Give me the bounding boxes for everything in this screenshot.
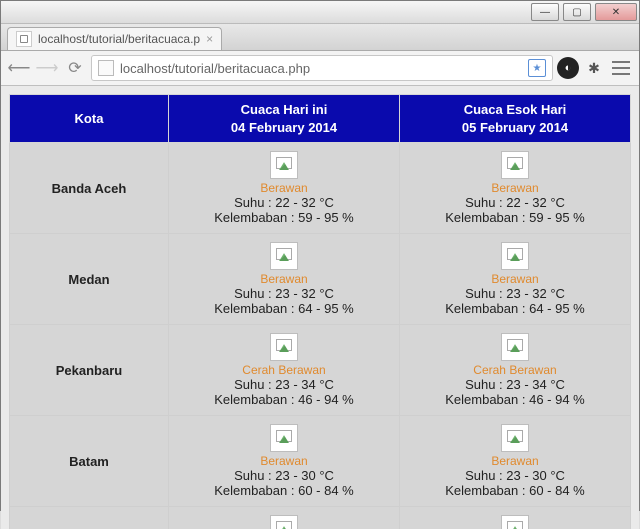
- temperature-text: Suhu : 23 - 34 °C: [173, 377, 395, 392]
- humidity-text: Kelembaban : 46 - 94 %: [404, 392, 626, 407]
- table-row: PekanbaruCerah BerawanSuhu : 23 - 34 °CK…: [10, 325, 631, 416]
- today-cell: BerawanSuhu : 23 - 32 °CKelembaban : 64 …: [169, 234, 400, 325]
- tomorrow-cell: BerawanSuhu : 22 - 32 °CKelembaban : 59 …: [400, 143, 631, 234]
- condition-text: Berawan: [404, 454, 626, 468]
- temperature-text: Suhu : 22 - 32 °C: [404, 195, 626, 210]
- humidity-text: Kelembaban : 59 - 95 %: [404, 210, 626, 225]
- page-icon: [98, 60, 114, 76]
- table-row: [10, 507, 631, 529]
- temperature-text: Suhu : 23 - 34 °C: [404, 377, 626, 392]
- window-minimize-button[interactable]: —: [531, 3, 559, 21]
- weather-cell: BerawanSuhu : 22 - 32 °CKelembaban : 59 …: [404, 151, 626, 225]
- humidity-text: Kelembaban : 46 - 94 %: [173, 392, 395, 407]
- broken-image-icon: [270, 333, 298, 361]
- broken-image-icon: [501, 242, 529, 270]
- condition-text: Cerah Berawan: [173, 363, 395, 377]
- bookmark-icon[interactable]: ★: [528, 59, 546, 77]
- broken-image-icon: [501, 515, 529, 529]
- broken-image-icon: [501, 151, 529, 179]
- broken-image-icon: [270, 151, 298, 179]
- address-bar[interactable]: localhost/tutorial/beritacuaca.php ★: [91, 55, 553, 81]
- humidity-text: Kelembaban : 64 - 95 %: [173, 301, 395, 316]
- city-name: Pekanbaru: [10, 325, 169, 416]
- page-viewport[interactable]: Kota Cuaca Hari ini 04 February 2014 Cua…: [1, 86, 639, 529]
- weather-cell: BerawanSuhu : 23 - 32 °CKelembaban : 64 …: [404, 242, 626, 316]
- col-header-tomorrow: Cuaca Esok Hari 05 February 2014: [400, 95, 631, 143]
- condition-text: Berawan: [404, 272, 626, 286]
- browser-tab[interactable]: localhost/tutorial/beritacuaca.p ×: [7, 27, 222, 50]
- today-cell: BerawanSuhu : 23 - 30 °CKelembaban : 60 …: [169, 416, 400, 507]
- humidity-text: Kelembaban : 64 - 95 %: [404, 301, 626, 316]
- col-header-today: Cuaca Hari ini 04 February 2014: [169, 95, 400, 143]
- tab-title: localhost/tutorial/beritacuaca.p: [38, 32, 200, 46]
- weather-cell: BerawanSuhu : 23 - 30 °CKelembaban : 60 …: [404, 424, 626, 498]
- reload-button[interactable]: ⟳: [63, 56, 87, 80]
- condition-text: Cerah Berawan: [404, 363, 626, 377]
- tomorrow-cell: [400, 507, 631, 529]
- weather-cell: Cerah BerawanSuhu : 23 - 34 °CKelembaban…: [173, 333, 395, 407]
- browser-window: — ▢ ✕ localhost/tutorial/beritacuaca.p ×…: [0, 0, 640, 511]
- temperature-text: Suhu : 23 - 32 °C: [173, 286, 395, 301]
- tab-close-icon[interactable]: ×: [206, 32, 213, 46]
- window-titlebar: — ▢ ✕: [1, 1, 639, 24]
- broken-image-icon: [270, 424, 298, 452]
- humidity-text: Kelembaban : 59 - 95 %: [173, 210, 395, 225]
- temperature-text: Suhu : 23 - 32 °C: [404, 286, 626, 301]
- weather-cell: BerawanSuhu : 22 - 32 °CKelembaban : 59 …: [173, 151, 395, 225]
- condition-text: Berawan: [173, 454, 395, 468]
- condition-text: Berawan: [173, 272, 395, 286]
- city-name: [10, 507, 169, 529]
- weather-cell: Cerah BerawanSuhu : 23 - 34 °CKelembaban…: [404, 333, 626, 407]
- tomorrow-cell: BerawanSuhu : 23 - 32 °CKelembaban : 64 …: [400, 234, 631, 325]
- forward-button[interactable]: ⟶: [35, 56, 59, 80]
- tab-favicon: [16, 31, 32, 47]
- table-row: Banda AcehBerawanSuhu : 22 - 32 °CKelemb…: [10, 143, 631, 234]
- broken-image-icon: [501, 333, 529, 361]
- toolbar: ⟵ ⟶ ⟳ localhost/tutorial/beritacuaca.php…: [1, 51, 639, 86]
- temperature-text: Suhu : 23 - 30 °C: [173, 468, 395, 483]
- broken-image-icon: [270, 515, 298, 529]
- table-row: MedanBerawanSuhu : 23 - 32 °CKelembaban …: [10, 234, 631, 325]
- address-text: localhost/tutorial/beritacuaca.php: [120, 61, 310, 76]
- city-name: Medan: [10, 234, 169, 325]
- extension-icon[interactable]: ◐: [557, 57, 579, 79]
- city-name: Batam: [10, 416, 169, 507]
- condition-text: Berawan: [404, 181, 626, 195]
- window-close-button[interactable]: ✕: [595, 3, 637, 21]
- broken-image-icon: [270, 242, 298, 270]
- extension-settings-icon[interactable]: ✱: [583, 57, 605, 79]
- condition-text: Berawan: [173, 181, 395, 195]
- temperature-text: Suhu : 22 - 32 °C: [173, 195, 395, 210]
- today-cell: BerawanSuhu : 22 - 32 °CKelembaban : 59 …: [169, 143, 400, 234]
- table-row: BatamBerawanSuhu : 23 - 30 °CKelembaban …: [10, 416, 631, 507]
- today-cell: [169, 507, 400, 529]
- temperature-text: Suhu : 23 - 30 °C: [404, 468, 626, 483]
- tomorrow-cell: BerawanSuhu : 23 - 30 °CKelembaban : 60 …: [400, 416, 631, 507]
- col-header-city: Kota: [10, 95, 169, 143]
- back-button[interactable]: ⟵: [7, 56, 31, 80]
- tab-strip: localhost/tutorial/beritacuaca.p ×: [1, 24, 639, 51]
- city-name: Banda Aceh: [10, 143, 169, 234]
- today-cell: Cerah BerawanSuhu : 23 - 34 °CKelembaban…: [169, 325, 400, 416]
- weather-cell: BerawanSuhu : 23 - 32 °CKelembaban : 64 …: [173, 242, 395, 316]
- menu-button[interactable]: [609, 56, 633, 80]
- broken-image-icon: [501, 424, 529, 452]
- humidity-text: Kelembaban : 60 - 84 %: [173, 483, 395, 498]
- window-maximize-button[interactable]: ▢: [563, 3, 591, 21]
- tomorrow-cell: Cerah BerawanSuhu : 23 - 34 °CKelembaban…: [400, 325, 631, 416]
- weather-cell: BerawanSuhu : 23 - 30 °CKelembaban : 60 …: [173, 424, 395, 498]
- humidity-text: Kelembaban : 60 - 84 %: [404, 483, 626, 498]
- weather-table: Kota Cuaca Hari ini 04 February 2014 Cua…: [9, 94, 631, 529]
